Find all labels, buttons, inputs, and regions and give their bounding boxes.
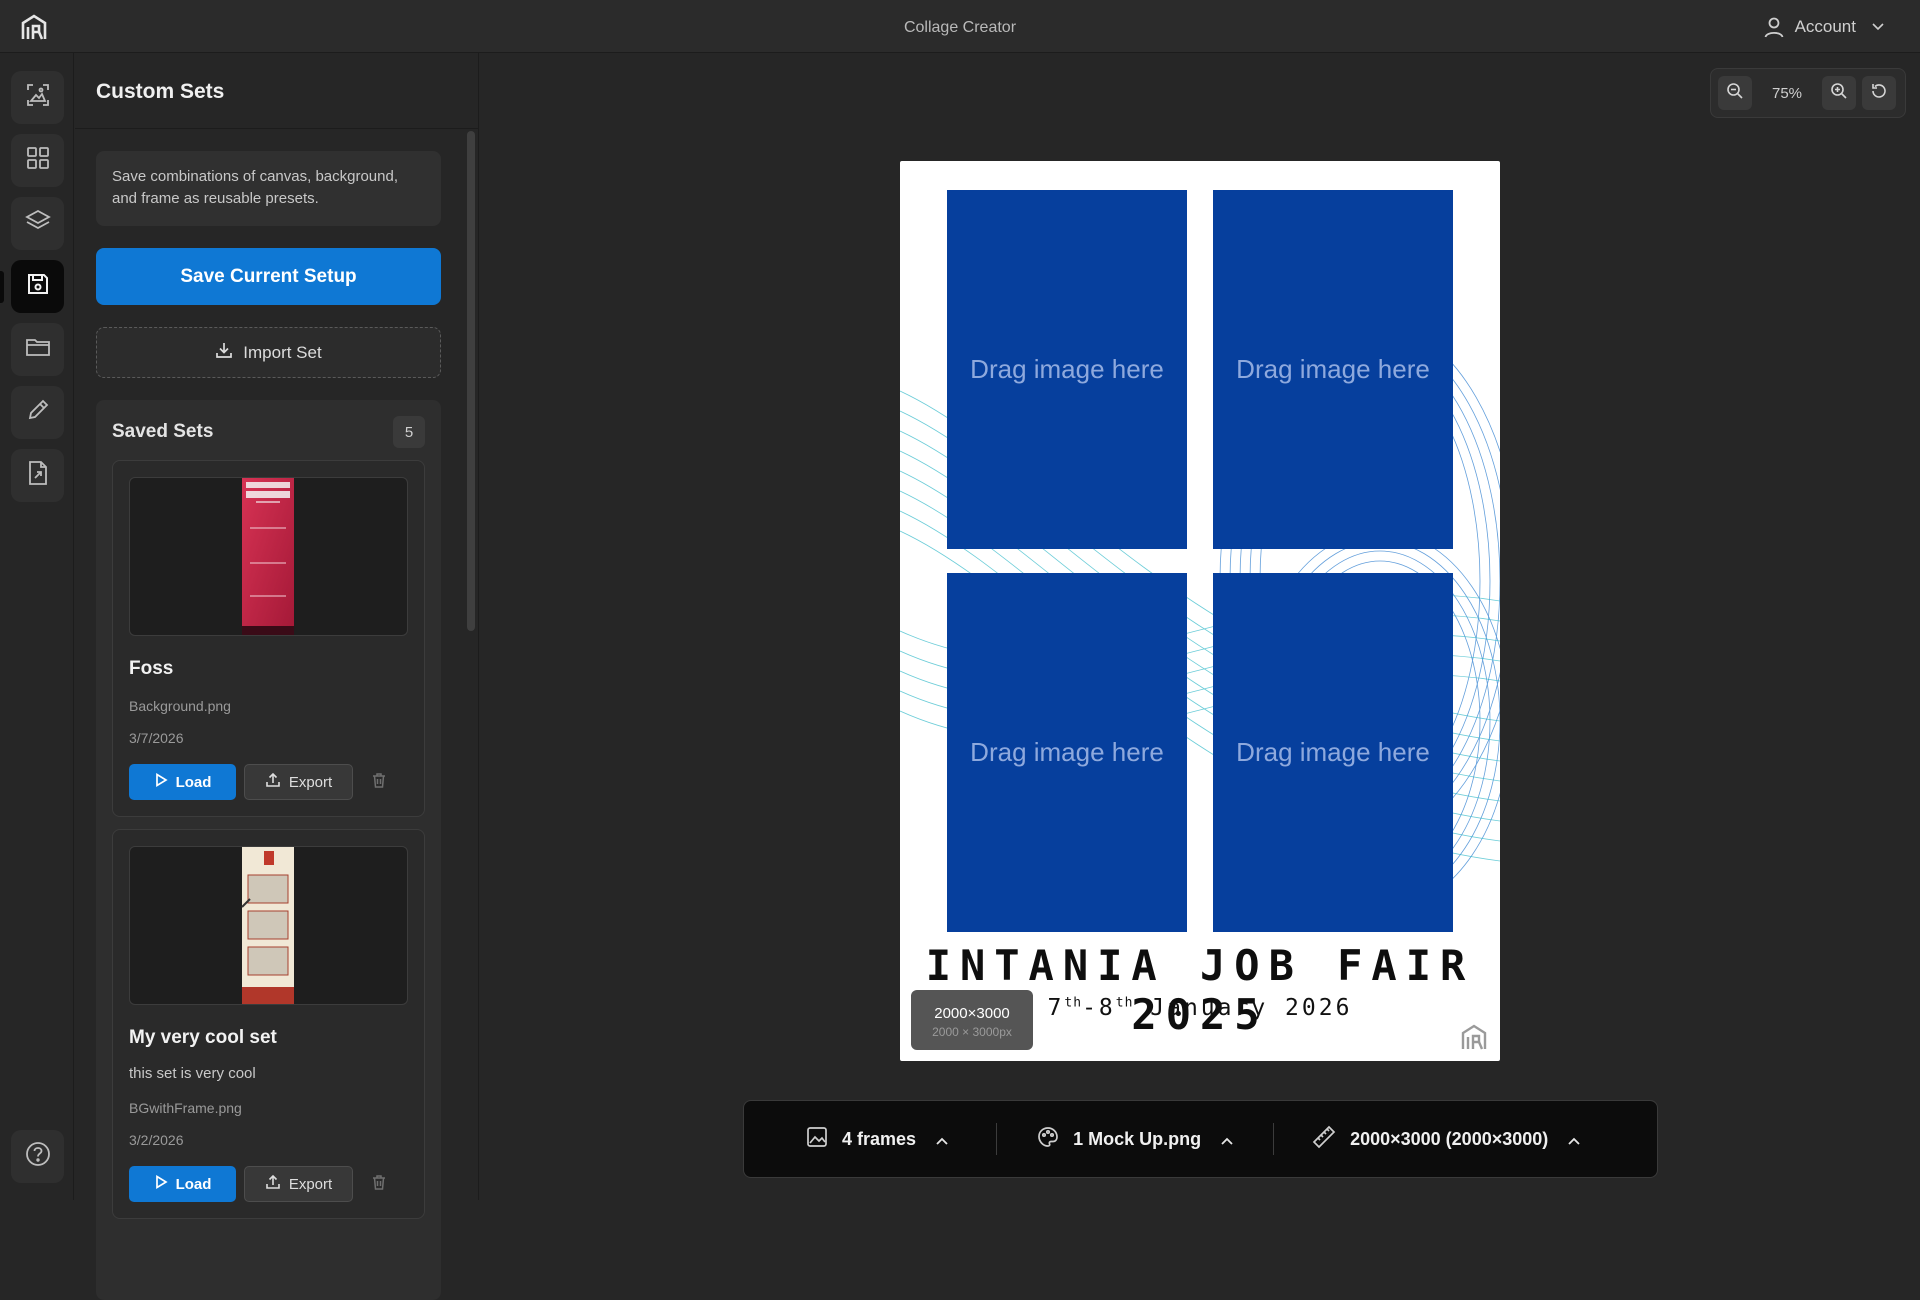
saved-sets-count: 5 [393, 416, 425, 448]
background-label: 1 Mock Up.png [1073, 1128, 1202, 1149]
zoom-controls: 75% [1710, 68, 1906, 118]
file-export-icon [26, 460, 50, 491]
custom-sets-tool-button[interactable] [11, 260, 64, 313]
saved-sets-title: Saved Sets [112, 421, 214, 442]
chevron-down-icon [1872, 23, 1884, 31]
canvas-size-badge: 2000×3000 2000 × 3000px [911, 990, 1033, 1050]
panel-scrollbar[interactable] [467, 131, 475, 631]
canvas-size-sub: 2000 × 3000px [932, 1025, 1012, 1039]
set-thumbnail [129, 477, 408, 636]
load-label: Load [175, 773, 212, 791]
load-set-button[interactable]: Load [129, 764, 236, 800]
toolbar-divider [996, 1123, 998, 1155]
set-card[interactable]: My very cool set this set is very cool B… [112, 829, 425, 1219]
layers-tool-button[interactable] [11, 197, 64, 250]
chevron-up-icon [936, 1129, 948, 1150]
canvas-size-main: 2000×3000 [934, 1005, 1010, 1022]
save-icon [26, 272, 50, 301]
image-icon [806, 1126, 828, 1153]
set-thumbnail [129, 846, 408, 1005]
set-date: 3/7/2026 [129, 730, 184, 746]
collage-canvas[interactable]: Drag image here Drag image here Drag ima… [900, 161, 1500, 1061]
image-frame-3[interactable]: Drag image here [947, 573, 1187, 932]
watermark-logo-icon [1460, 1023, 1488, 1056]
import-set-button[interactable]: Import Set [96, 327, 441, 378]
reset-icon [1870, 82, 1888, 105]
zoom-out-button[interactable] [1718, 76, 1752, 110]
chevron-up-icon [1568, 1129, 1580, 1150]
panel-title: Custom Sets [75, 53, 478, 129]
export-tool-button[interactable] [11, 449, 64, 502]
trash-icon [371, 772, 387, 793]
zoom-in-button[interactable] [1822, 76, 1856, 110]
active-indicator [0, 271, 4, 303]
play-icon [154, 1174, 168, 1193]
download-icon [215, 341, 233, 364]
import-set-label: Import Set [243, 342, 322, 362]
saved-sets-section: Saved Sets 5 Foss Background.png 3/7/202… [96, 400, 441, 1300]
set-name: Foss [129, 658, 174, 679]
account-label: Account [1794, 17, 1856, 36]
set-description: this set is very cool [129, 1065, 256, 1082]
image-frame-2[interactable]: Drag image here [1213, 190, 1453, 549]
set-background-file: BGwithFrame.png [129, 1100, 242, 1116]
upload-icon [265, 772, 281, 792]
export-set-button[interactable]: Export [244, 1166, 353, 1202]
toolbar-divider [1273, 1123, 1275, 1155]
custom-sets-panel: Custom Sets Save combinations of canvas,… [75, 53, 479, 1300]
tool-rail [0, 53, 74, 1200]
bottom-toolbar: 4 frames 1 Mock Up.png 2000×3000 (2000×3… [743, 1100, 1658, 1178]
export-label: Export [288, 1175, 333, 1193]
files-tool-button[interactable] [11, 323, 64, 376]
zoom-in-icon [1830, 82, 1848, 105]
layers-icon [24, 208, 51, 239]
zoom-level: 75% [1771, 84, 1803, 102]
top-bar: Collage Creator Account [0, 0, 1920, 53]
zoom-out-icon [1726, 82, 1744, 105]
grid-icon [26, 146, 50, 175]
folder-icon [25, 335, 51, 364]
trash-icon [371, 1174, 387, 1195]
set-date: 3/2/2026 [129, 1132, 184, 1148]
layout-tool-button[interactable] [11, 134, 64, 187]
chevron-up-icon [1221, 1129, 1233, 1150]
export-label: Export [288, 773, 333, 791]
delete-set-button[interactable] [361, 1166, 397, 1202]
ruler-icon [1312, 1125, 1336, 1154]
canvas-size-selector[interactable]: 2000×3000 (2000×3000) [1312, 1125, 1580, 1154]
palette-icon [1037, 1126, 1059, 1153]
delete-set-button[interactable] [361, 764, 397, 800]
image-crop-icon [25, 82, 51, 113]
set-background-file: Background.png [129, 698, 231, 714]
frames-label: 4 frames [842, 1128, 917, 1149]
load-set-button[interactable]: Load [129, 1166, 236, 1202]
canvas-size-label: 2000×3000 (2000×3000) [1350, 1128, 1549, 1149]
load-label: Load [175, 1175, 212, 1193]
play-icon [154, 772, 168, 791]
info-text: Save combinations of canvas, background,… [96, 151, 441, 226]
save-current-setup-button[interactable]: Save Current Setup [96, 248, 441, 305]
help-icon [25, 1141, 51, 1172]
user-icon [1763, 16, 1785, 38]
pencil-icon [26, 398, 50, 427]
upload-icon [265, 1174, 281, 1194]
export-set-button[interactable]: Export [244, 764, 353, 800]
edit-tool-button[interactable] [11, 386, 64, 439]
frames-selector[interactable]: 4 frames [806, 1126, 948, 1153]
account-menu[interactable]: Account [1763, 13, 1884, 41]
image-frame-4[interactable]: Drag image here [1213, 573, 1453, 932]
set-card[interactable]: Foss Background.png 3/7/2026 Load Export [112, 460, 425, 817]
reset-zoom-button[interactable] [1862, 76, 1896, 110]
app-title: Collage Creator [903, 19, 1017, 36]
set-name: My very cool set [129, 1027, 277, 1048]
help-button[interactable] [11, 1130, 64, 1183]
image-tool-button[interactable] [11, 71, 64, 124]
background-selector[interactable]: 1 Mock Up.png [1037, 1126, 1233, 1153]
panel-body: Save combinations of canvas, background,… [96, 151, 441, 1300]
image-frame-1[interactable]: Drag image here [947, 190, 1187, 549]
